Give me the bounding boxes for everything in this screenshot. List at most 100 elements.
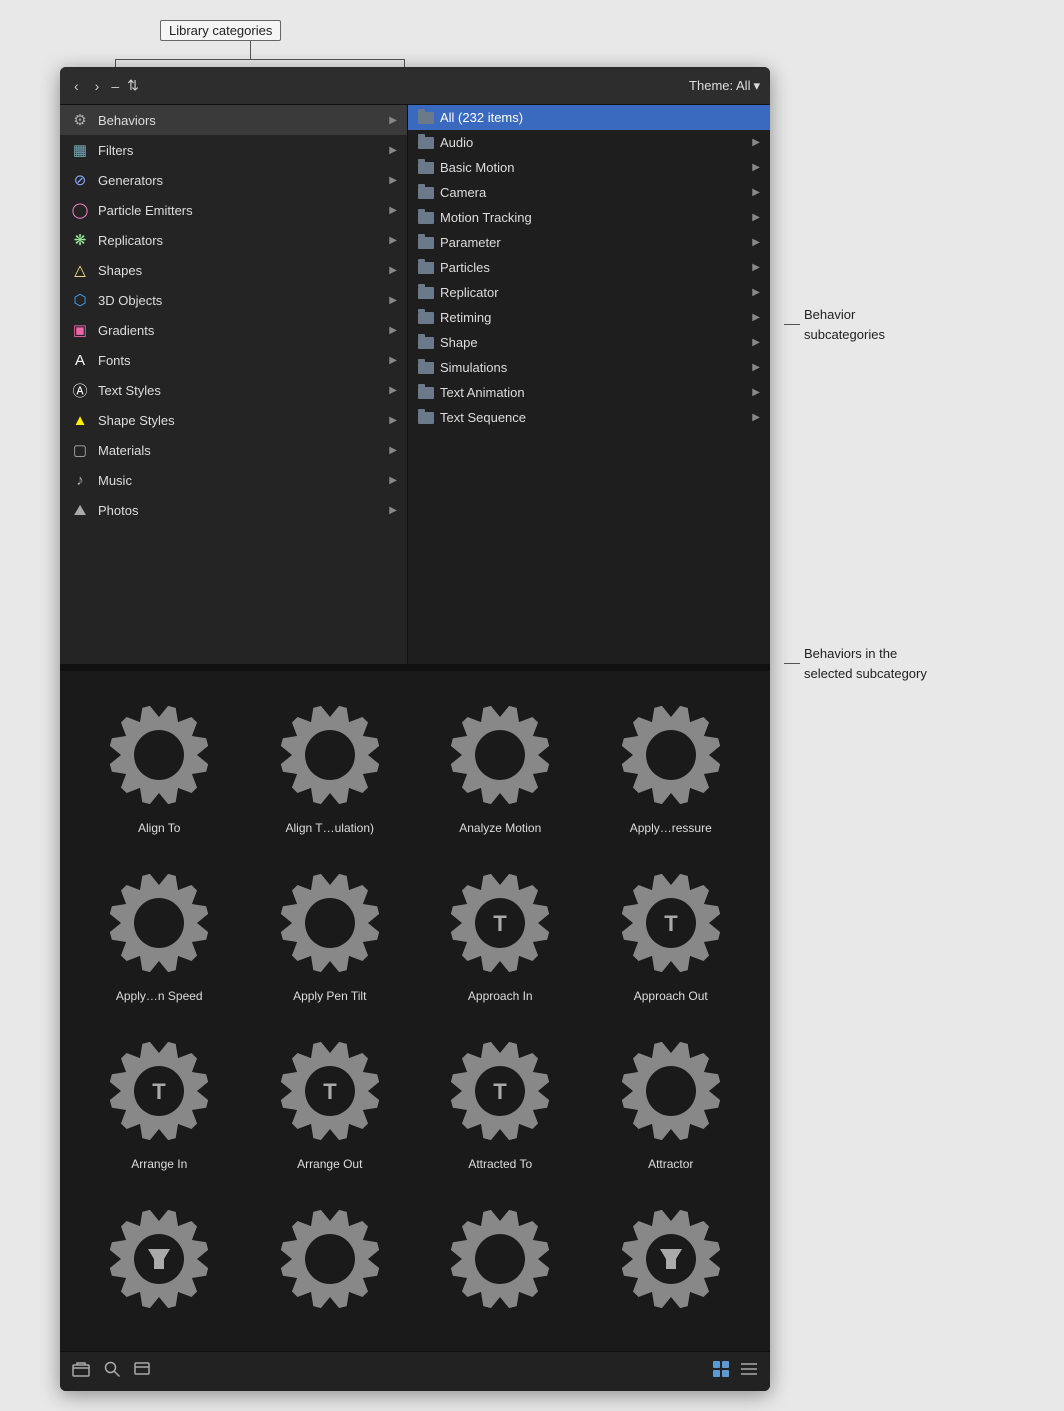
sidebar-item-gradients[interactable]: ▣Gradients▶	[60, 315, 407, 345]
category-item-parameter[interactable]: Parameter▶	[408, 230, 770, 255]
theme-label: Theme: All	[689, 78, 750, 93]
gear-icon-analyze-motion	[440, 695, 560, 815]
sidebar-item-label-gradients: Gradients	[98, 323, 154, 338]
grid-label-align-t-ulation: Align T…ulation)	[286, 821, 375, 835]
behavior-subcategories-callout: Behaviorsubcategories	[804, 305, 885, 344]
category-item-replicator[interactable]: Replicator▶	[408, 280, 770, 305]
category-item-text-animation[interactable]: Text Animation▶	[408, 380, 770, 405]
sidebar-chevron-shapes: ▶	[389, 265, 397, 276]
category-item-audio[interactable]: Audio▶	[408, 130, 770, 155]
grid-label-arrange-out: Arrange Out	[297, 1157, 362, 1171]
grid-item-item-16[interactable]	[588, 1191, 755, 1335]
folder-icon-particles	[418, 262, 434, 274]
gear-icon-item-13	[99, 1199, 219, 1319]
grid-item-item-15[interactable]	[417, 1191, 584, 1335]
sidebar-item-behaviors[interactable]: ⚙Behaviors▶	[60, 105, 407, 135]
sidebar: ⚙Behaviors▶▦Filters▶⊘Generators▶◯Particl…	[60, 105, 408, 664]
grid-item-align-to[interactable]: Align To	[76, 687, 243, 845]
grid-item-arrange-out[interactable]: TArrange Out	[247, 1023, 414, 1181]
grid-view-icon[interactable]	[712, 1360, 730, 1383]
sidebar-item-label-materials: Materials	[98, 443, 151, 458]
replicators-icon: ❋	[70, 230, 90, 250]
gear-icon-align-to	[99, 695, 219, 815]
category-item-basic-motion[interactable]: Basic Motion▶	[408, 155, 770, 180]
toolbar-sort[interactable]: ⇅	[127, 77, 139, 94]
grid-item-apply-n-speed[interactable]: Apply…n Speed	[76, 855, 243, 1013]
shapes-icon: △	[70, 260, 90, 280]
category-label-shape: Shape	[440, 335, 478, 350]
sidebar-item-label-generators: Generators	[98, 173, 163, 188]
folder-icon-replicator	[418, 287, 434, 299]
grid-item-analyze-motion[interactable]: Analyze Motion	[417, 687, 584, 845]
category-item-simulations[interactable]: Simulations▶	[408, 355, 770, 380]
category-label-text-sequence: Text Sequence	[440, 410, 526, 425]
svg-text:T: T	[153, 1079, 167, 1104]
sidebar-item-filters[interactable]: ▦Filters▶	[60, 135, 407, 165]
grid-item-apply-ressure[interactable]: Apply…ressure	[588, 687, 755, 845]
toolbar-dash: –	[111, 78, 119, 94]
list-view-icon[interactable]	[740, 1362, 758, 1381]
sidebar-item-generators[interactable]: ⊘Generators▶	[60, 165, 407, 195]
category-item-camera[interactable]: Camera▶	[408, 180, 770, 205]
category-chevron-motion-tracking: ▶	[752, 212, 760, 223]
folder-icon-camera	[418, 187, 434, 199]
category-item-motion-tracking[interactable]: Motion Tracking▶	[408, 205, 770, 230]
sidebar-item-particle-emitters[interactable]: ◯Particle Emitters▶	[60, 195, 407, 225]
behaviors-in-selected-callout: Behaviors in theselected subcategory	[804, 644, 927, 683]
grid-item-item-14[interactable]	[247, 1191, 414, 1335]
grid-label-apply-ressure: Apply…ressure	[630, 821, 712, 835]
forward-button[interactable]: ›	[91, 76, 104, 96]
add-to-project-icon[interactable]	[72, 1361, 90, 1382]
sidebar-chevron-materials: ▶	[389, 445, 397, 456]
theme-chevron-icon: ▾	[753, 78, 760, 94]
sidebar-chevron-replicators: ▶	[389, 235, 397, 246]
category-item-text-sequence[interactable]: Text Sequence▶	[408, 405, 770, 430]
sidebar-item-3d-objects[interactable]: ⬡3D Objects▶	[60, 285, 407, 315]
sidebar-item-text-styles[interactable]: ⒶText Styles▶	[60, 375, 407, 405]
gear-icon-apply-pen-tilt	[270, 863, 390, 983]
grid-item-attractor[interactable]: Attractor	[588, 1023, 755, 1181]
gear-icon-approach-in: T	[440, 863, 560, 983]
grid-item-apply-pen-tilt[interactable]: Apply Pen Tilt	[247, 855, 414, 1013]
category-label-particles: Particles	[440, 260, 490, 275]
3d-objects-icon: ⬡	[70, 290, 90, 310]
theme-selector[interactable]: Theme: All ▾	[689, 78, 760, 94]
sidebar-chevron-text-styles: ▶	[389, 385, 397, 396]
category-item-retiming[interactable]: Retiming▶	[408, 305, 770, 330]
category-chevron-basic-motion: ▶	[752, 162, 760, 173]
grid-item-approach-out[interactable]: TApproach Out	[588, 855, 755, 1013]
grid-label-apply-pen-tilt: Apply Pen Tilt	[293, 989, 366, 1003]
info-icon[interactable]	[134, 1361, 150, 1382]
gradients-icon: ▣	[70, 320, 90, 340]
gear-icon-attractor	[611, 1031, 731, 1151]
sidebar-item-label-photos: Photos	[98, 503, 138, 518]
sidebar-item-photos[interactable]: ⛰Photos▶	[60, 495, 407, 525]
shape-styles-icon: ▲	[70, 410, 90, 430]
sidebar-chevron-behaviors: ▶	[389, 115, 397, 126]
category-chevron-retiming: ▶	[752, 312, 760, 323]
sidebar-chevron-fonts: ▶	[389, 355, 397, 366]
sidebar-item-music[interactable]: ♪Music▶	[60, 465, 407, 495]
grid-item-approach-in[interactable]: T Approach In	[417, 855, 584, 1013]
grid-item-align-t-ulation[interactable]: Align T…ulation)	[247, 687, 414, 845]
sidebar-chevron-photos: ▶	[389, 505, 397, 516]
sidebar-item-shape-styles[interactable]: ▲Shape Styles▶	[60, 405, 407, 435]
category-label-simulations: Simulations	[440, 360, 507, 375]
sidebar-item-shapes[interactable]: △Shapes▶	[60, 255, 407, 285]
grid-item-arrange-in[interactable]: TArrange In	[76, 1023, 243, 1181]
category-item-shape[interactable]: Shape▶	[408, 330, 770, 355]
sidebar-item-fonts[interactable]: AFonts▶	[60, 345, 407, 375]
grid-item-item-13[interactable]	[76, 1191, 243, 1335]
grid-item-attracted-to[interactable]: TAttracted To	[417, 1023, 584, 1181]
category-item-all[interactable]: All (232 items)	[408, 105, 770, 130]
sidebar-item-materials[interactable]: ▢Materials▶	[60, 435, 407, 465]
search-icon[interactable]	[104, 1361, 120, 1382]
grid-label-approach-in: Approach In	[468, 989, 533, 1003]
sidebar-item-label-particle-emitters: Particle Emitters	[98, 203, 193, 218]
gear-icon-item-15	[440, 1199, 560, 1319]
sidebar-item-replicators[interactable]: ❋Replicators▶	[60, 225, 407, 255]
back-button[interactable]: ‹	[70, 76, 83, 96]
category-chevron-audio: ▶	[752, 137, 760, 148]
sidebar-item-label-3d-objects: 3D Objects	[98, 293, 162, 308]
category-item-particles[interactable]: Particles▶	[408, 255, 770, 280]
